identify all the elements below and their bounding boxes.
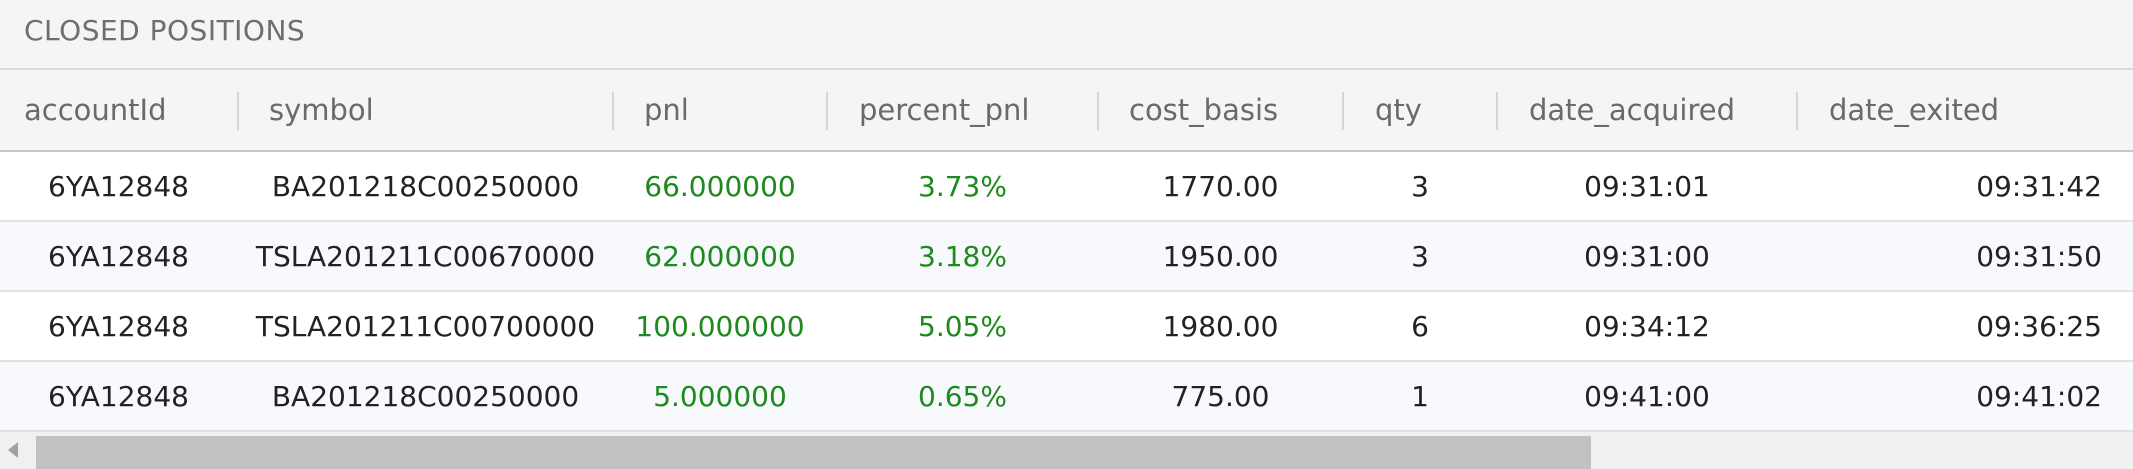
cell-date-exited: 09:31:42 bbox=[1976, 169, 2102, 203]
cell-pnl: 100.000000 bbox=[635, 309, 805, 343]
table-row[interactable]: 6YA12848 BA201218C00250000 66.000000 3.7… bbox=[0, 152, 2133, 222]
cell-date-exited: 09:41:02 bbox=[1976, 379, 2102, 413]
cell-qty: 3 bbox=[1411, 239, 1429, 273]
column-header-percent-pnl[interactable]: percent_pnl bbox=[859, 70, 1029, 150]
column-resize-handle[interactable] bbox=[1796, 92, 1798, 130]
cell-pnl: 62.000000 bbox=[644, 239, 796, 273]
cell-percent-pnl: 3.18% bbox=[918, 239, 1007, 273]
scroll-left-arrow-icon[interactable] bbox=[8, 442, 18, 458]
column-resize-handle[interactable] bbox=[1097, 92, 1099, 130]
cell-date-acquired: 09:34:12 bbox=[1584, 309, 1710, 343]
table-row[interactable]: 6YA12848 TSLA201211C00670000 62.000000 3… bbox=[0, 222, 2133, 292]
cell-qty: 3 bbox=[1411, 169, 1429, 203]
cell-accountid: 6YA12848 bbox=[48, 379, 189, 413]
closed-positions-panel: CLOSED POSITIONS accountId symbol pnl pe… bbox=[0, 0, 2133, 469]
column-resize-handle[interactable] bbox=[1342, 92, 1344, 130]
grid-body: 6YA12848 BA201218C00250000 66.000000 3.7… bbox=[0, 152, 2133, 432]
cell-accountid: 6YA12848 bbox=[48, 239, 189, 273]
column-resize-handle[interactable] bbox=[1496, 92, 1498, 130]
cell-date-exited: 09:36:25 bbox=[1976, 309, 2102, 343]
cell-accountid: 6YA12848 bbox=[48, 169, 189, 203]
cell-date-acquired: 09:31:01 bbox=[1584, 169, 1710, 203]
cell-pnl: 66.000000 bbox=[644, 169, 796, 203]
column-resize-handle[interactable] bbox=[612, 92, 614, 130]
cell-date-acquired: 09:41:00 bbox=[1584, 379, 1710, 413]
table-row[interactable]: 6YA12848 BA201218C00250000 5.000000 0.65… bbox=[0, 362, 2133, 432]
cell-symbol: TSLA201211C00670000 bbox=[255, 239, 596, 273]
table-row[interactable]: 6YA12848 TSLA201211C00700000 100.000000 … bbox=[0, 292, 2133, 362]
cell-pnl: 5.000000 bbox=[653, 379, 787, 413]
column-header-date-exited[interactable]: date_exited bbox=[1829, 70, 1999, 150]
panel-title: CLOSED POSITIONS bbox=[24, 14, 306, 47]
cell-percent-pnl: 5.05% bbox=[918, 309, 1007, 343]
column-resize-handle[interactable] bbox=[237, 92, 239, 130]
horizontal-scrollbar[interactable] bbox=[0, 432, 2133, 469]
column-header-date-acquired[interactable]: date_acquired bbox=[1529, 70, 1735, 150]
cell-qty: 1 bbox=[1411, 379, 1429, 413]
column-header-pnl[interactable]: pnl bbox=[644, 70, 689, 150]
cell-accountid: 6YA12848 bbox=[48, 309, 189, 343]
column-header-symbol[interactable]: symbol bbox=[269, 70, 374, 150]
cell-symbol: BA201218C00250000 bbox=[271, 379, 580, 413]
cell-symbol: BA201218C00250000 bbox=[271, 169, 580, 203]
cell-cost-basis: 1950.00 bbox=[1162, 239, 1279, 273]
column-header-cost-basis[interactable]: cost_basis bbox=[1129, 70, 1278, 150]
cell-percent-pnl: 0.65% bbox=[918, 379, 1007, 413]
grid-header: accountId symbol pnl percent_pnl cost_ba… bbox=[0, 70, 2133, 152]
cell-cost-basis: 775.00 bbox=[1171, 379, 1270, 413]
cell-date-acquired: 09:31:00 bbox=[1584, 239, 1710, 273]
cell-date-exited: 09:31:50 bbox=[1976, 239, 2102, 273]
cell-cost-basis: 1980.00 bbox=[1162, 309, 1279, 343]
column-header-qty[interactable]: qty bbox=[1375, 70, 1422, 150]
panel-header: CLOSED POSITIONS bbox=[0, 0, 2133, 70]
scrollbar-thumb[interactable] bbox=[36, 436, 1591, 469]
cell-cost-basis: 1770.00 bbox=[1162, 169, 1279, 203]
column-header-accountid[interactable]: accountId bbox=[24, 70, 167, 150]
cell-symbol: TSLA201211C00700000 bbox=[255, 309, 596, 343]
cell-qty: 6 bbox=[1411, 309, 1429, 343]
column-resize-handle[interactable] bbox=[826, 92, 828, 130]
cell-percent-pnl: 3.73% bbox=[918, 169, 1007, 203]
